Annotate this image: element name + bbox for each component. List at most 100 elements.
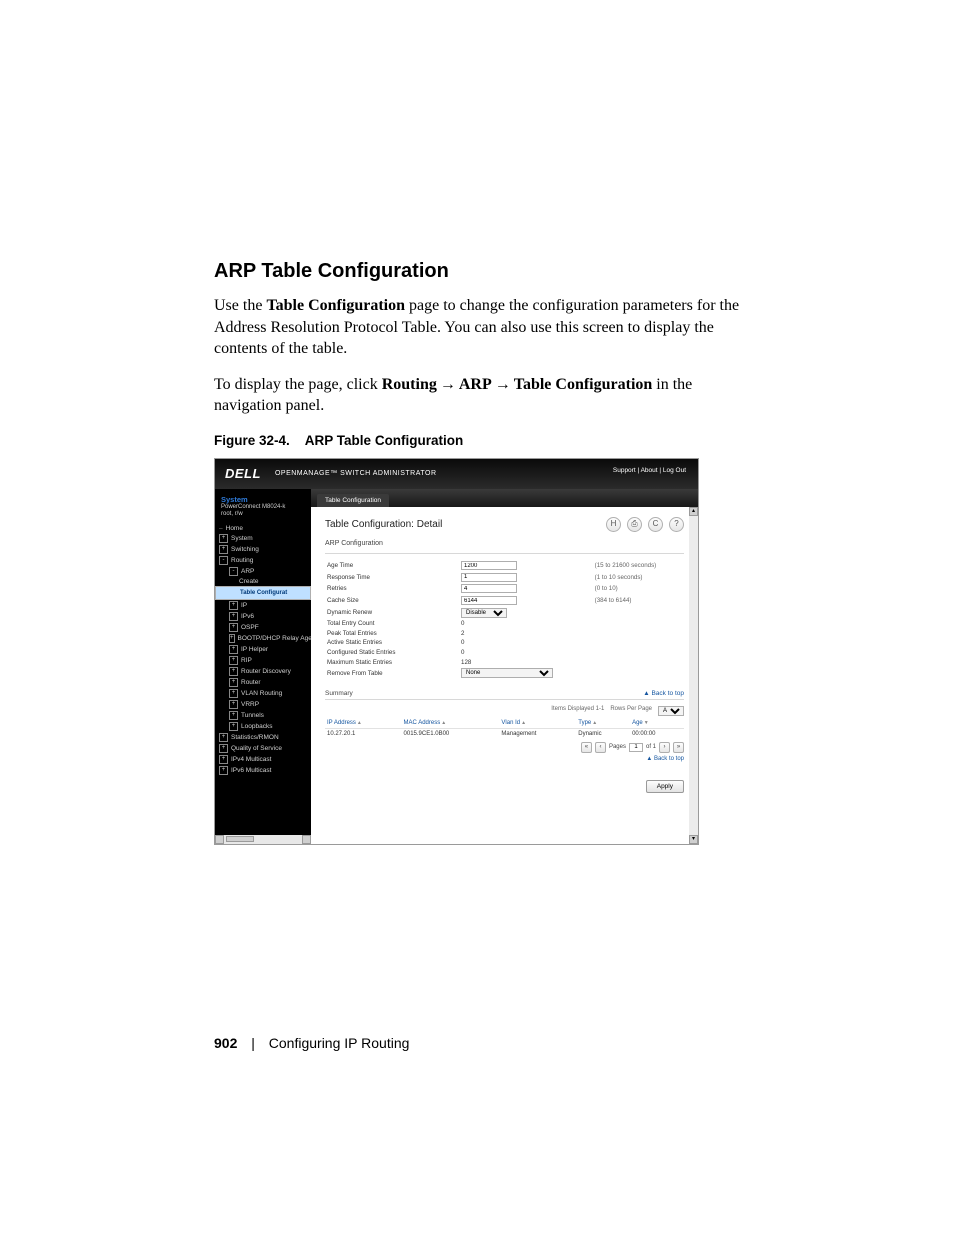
apply-button[interactable]: Apply (646, 780, 684, 793)
nav-item[interactable]: Create (215, 577, 311, 586)
help-icon[interactable]: ? (669, 517, 684, 532)
nav-item[interactable]: +BOOTP/DHCP Relay Age (215, 633, 311, 644)
page-last-icon[interactable]: » (673, 742, 684, 753)
config-label: Response Time (325, 572, 459, 584)
col-age[interactable]: Age▼ (630, 718, 684, 729)
config-hint: (15 to 21600 seconds) (593, 560, 684, 572)
nav-item[interactable]: +Switching (215, 544, 311, 555)
col-mac[interactable]: MAC Address▲ (402, 718, 500, 729)
scroll-thumb[interactable] (226, 836, 254, 842)
main-pane: Table Configuration Table Configuration:… (311, 489, 698, 844)
nav-item[interactable]: +IP (215, 600, 311, 611)
refresh-icon[interactable]: C (648, 517, 663, 532)
expand-icon[interactable]: + (229, 623, 238, 632)
scroll-down-icon[interactable]: ▾ (689, 835, 698, 844)
config-label: Active Static Entries (325, 638, 459, 648)
expand-icon[interactable]: + (229, 689, 238, 698)
p2-a: To display the page, click (214, 376, 382, 393)
col-ip[interactable]: IP Address▲ (325, 718, 402, 729)
expand-icon[interactable]: + (229, 612, 238, 621)
config-input[interactable] (461, 596, 517, 605)
print-icon[interactable]: ⎙ (627, 517, 642, 532)
nav-item-label: Tunnels (241, 712, 264, 719)
nav-item[interactable]: +RIP (215, 655, 311, 666)
nav-item[interactable]: +Loopbacks (215, 721, 311, 732)
expand-icon[interactable]: + (219, 755, 228, 764)
nav-item-label: ARP (241, 568, 254, 575)
save-icon[interactable]: H (606, 517, 621, 532)
expand-icon[interactable]: + (229, 711, 238, 720)
expand-icon[interactable]: + (229, 700, 238, 709)
nav-item[interactable]: Table Configurat (215, 586, 311, 600)
rows-per-page-select[interactable]: All (658, 706, 684, 716)
nav-item[interactable]: +VRRP (215, 699, 311, 710)
expand-icon[interactable]: + (229, 601, 238, 610)
sidebar-hscroll[interactable]: ‹ › (215, 835, 311, 844)
scroll-up-icon[interactable]: ▴ (689, 507, 698, 516)
main-vscroll[interactable]: ▴ ▾ (689, 507, 698, 844)
expand-icon[interactable]: + (229, 722, 238, 731)
tab-table-configuration[interactable]: Table Configuration (317, 494, 389, 507)
scroll-left-icon[interactable]: ‹ (215, 835, 224, 844)
nav-item[interactable]: +Router Discovery (215, 666, 311, 677)
nav-item[interactable]: Home (215, 524, 311, 533)
config-hint (593, 629, 684, 639)
nav-item[interactable]: +Tunnels (215, 710, 311, 721)
nav-item[interactable]: +VLAN Routing (215, 688, 311, 699)
scroll-right-icon[interactable]: › (302, 835, 311, 844)
expand-icon[interactable]: + (219, 534, 228, 543)
nav-item-label: IP (241, 602, 247, 609)
nav-item[interactable]: +System (215, 533, 311, 544)
back-to-top-link[interactable]: ▲ Back to top (643, 690, 684, 697)
expand-icon[interactable]: + (229, 667, 238, 676)
expand-icon[interactable]: - (229, 567, 238, 576)
page-prev-icon[interactable]: ‹ (595, 742, 606, 753)
col-type[interactable]: Type▲ (576, 718, 630, 729)
nav-item[interactable]: +IP Helper (215, 644, 311, 655)
nav-item-label: IPv6 Multicast (231, 767, 271, 774)
nav-item[interactable]: +IPv6 (215, 611, 311, 622)
scroll-track[interactable] (224, 835, 302, 844)
config-select[interactable]: None (461, 668, 553, 678)
pages-of: of 1 (646, 744, 656, 750)
nav-item[interactable]: +IPv6 Multicast (215, 765, 311, 776)
page-next-icon[interactable]: › (659, 742, 670, 753)
nav-item-label: RIP (241, 657, 252, 664)
expand-icon[interactable]: + (229, 634, 235, 643)
config-value: 2 (459, 629, 593, 639)
back-to-top-text: Back to top (651, 690, 684, 697)
nav-item[interactable]: +Quality of Service (215, 743, 311, 754)
config-value: Disable (459, 606, 593, 619)
nav-item[interactable]: +Statistics/RMON (215, 732, 311, 743)
expand-icon[interactable]: + (219, 545, 228, 554)
nav-item[interactable]: -Routing (215, 555, 311, 566)
config-input[interactable] (461, 584, 517, 593)
expand-icon[interactable]: + (219, 744, 228, 753)
intro-paragraph-2: To display the page, click Routing→ARP→T… (214, 374, 744, 417)
expand-icon[interactable]: - (219, 556, 228, 565)
device-name: PowerConnect M8024-k (221, 504, 285, 510)
p2-d: Table Configuration (514, 376, 653, 393)
expand-icon[interactable]: + (229, 645, 238, 654)
expand-icon[interactable]: + (229, 656, 238, 665)
nav-sidebar: System PowerConnect M8024-k root, r/w Ho… (215, 489, 311, 844)
expand-icon[interactable]: + (229, 678, 238, 687)
user-name: root, r/w (221, 511, 243, 517)
page-input[interactable] (629, 743, 643, 752)
col-vlan[interactable]: Vlan Id▲ (499, 718, 576, 729)
nav-item[interactable]: +IPv4 Multicast (215, 754, 311, 765)
nav-item[interactable]: +Router (215, 677, 311, 688)
expand-icon[interactable]: + (219, 733, 228, 742)
header-links[interactable]: Support | About | Log Out (613, 467, 686, 474)
back-to-top-link[interactable]: ▲ Back to top (646, 756, 684, 762)
nav-item[interactable]: -ARP (215, 566, 311, 577)
config-input[interactable] (461, 573, 517, 582)
config-input[interactable] (461, 561, 517, 570)
page-first-icon[interactable]: « (581, 742, 592, 753)
page-title: Table Configuration: Detail (325, 519, 442, 530)
config-label: Cache Size (325, 595, 459, 607)
expand-icon[interactable]: + (219, 766, 228, 775)
config-select[interactable]: Disable (461, 608, 507, 618)
nav-item[interactable]: +OSPF (215, 622, 311, 633)
sidebar-system: System (215, 495, 311, 504)
